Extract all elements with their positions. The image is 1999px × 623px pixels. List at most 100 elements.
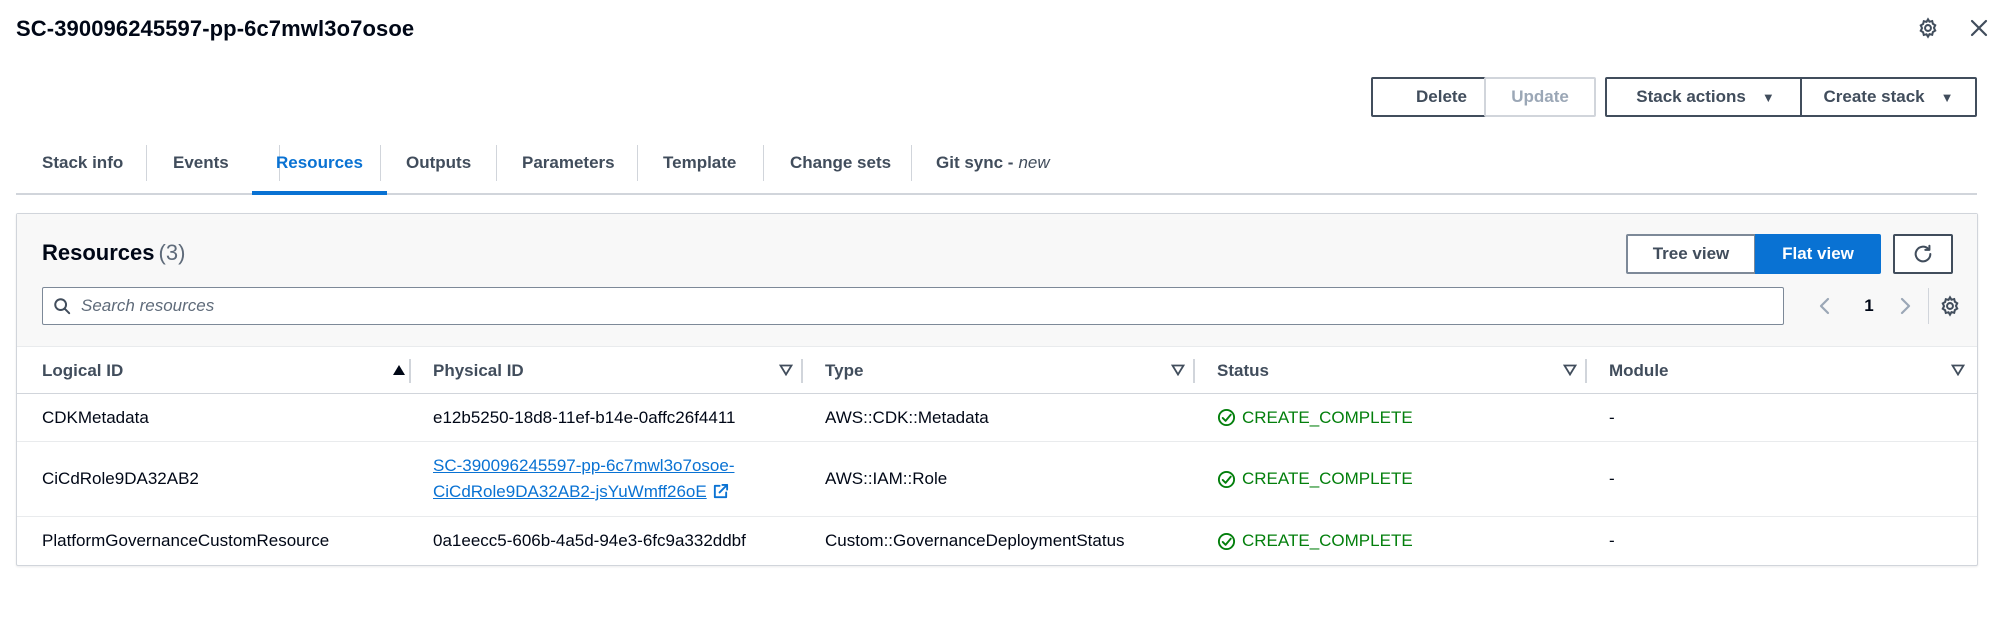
caret-down-icon: ▼ — [1940, 89, 1954, 105]
tab-bar: Stack info Events Resources Outputs Para… — [16, 133, 1977, 195]
pager-divider — [1928, 288, 1929, 324]
create-stack-button[interactable]: Create stack ▼ — [1800, 77, 1977, 117]
page-number[interactable]: 1 — [1857, 294, 1881, 318]
physical-id-cell: e12b5250-18d8-11ef-b14e-0affc26f4411 — [433, 407, 736, 427]
tab-label: Change sets — [790, 153, 892, 172]
gear-icon — [1941, 295, 1959, 317]
status-cell: CREATE_COMPLETE — [1217, 442, 1413, 516]
logical-id-cell: CDKMetadata — [42, 407, 149, 427]
tab-parameters[interactable]: Parameters — [522, 133, 615, 193]
tab-divider — [637, 145, 638, 181]
table-row: CDKMetadata e12b5250-18d8-11ef-b14e-0aff… — [17, 394, 1977, 442]
tab-divider — [911, 145, 912, 181]
tab-label: Events — [173, 153, 229, 172]
status-cell: CREATE_COMPLETE — [1217, 394, 1413, 441]
column-header-status[interactable]: Status — [1217, 347, 1585, 394]
tab-divider — [146, 145, 147, 181]
column-divider — [1585, 359, 1587, 383]
column-divider — [409, 359, 411, 383]
tab-label: Resources — [276, 153, 363, 172]
logical-id-cell: PlatformGovernanceCustomResource — [42, 531, 330, 550]
type-cell: AWS::CDK::Metadata — [825, 407, 989, 427]
physical-id-link[interactable]: SC-390096245597-pp-6c7mwl3o7osoe- CiCdRo… — [433, 453, 734, 505]
column-divider — [1193, 359, 1195, 383]
tab-divider — [496, 145, 497, 181]
table-row: PlatformGovernanceCustomResource 0a1eecc… — [17, 517, 1977, 565]
tab-label: Parameters — [522, 153, 615, 172]
preferences-button[interactable] — [1937, 293, 1963, 319]
module-cell: - — [1609, 407, 1615, 427]
tab-label: Template — [663, 153, 737, 172]
search-icon — [53, 297, 71, 315]
tab-label: Outputs — [406, 153, 472, 172]
delete-button-label: Delete — [1415, 87, 1468, 106]
tab-resources[interactable]: Resources — [252, 133, 387, 195]
physical-id-line: CiCdRole9DA32AB2-jsYuWmff26oE — [433, 482, 707, 501]
resources-header: Resources(3) Tree view Flat view 1 — [17, 214, 1977, 346]
resources-count: (3) — [158, 240, 186, 265]
tab-template[interactable]: Template — [663, 133, 736, 193]
resources-panel: Resources(3) Tree view Flat view 1 — [16, 213, 1978, 566]
close-icon[interactable] — [1965, 14, 1993, 42]
stack-actions-label: Stack actions — [1636, 87, 1746, 106]
column-label: Status — [1217, 360, 1269, 380]
tab-label: Stack info — [42, 153, 124, 172]
sort-ascending-icon — [392, 364, 406, 376]
type-cell: AWS::IAM::Role — [825, 469, 948, 488]
tab-change-sets[interactable]: Change sets — [790, 133, 891, 193]
sort-icon — [1563, 364, 1577, 376]
status-text: CREATE_COMPLETE — [1242, 407, 1413, 427]
page-title: SC-390096245597-pp-6c7mwl3o7osoe — [16, 16, 415, 41]
module-cell: - — [1609, 469, 1615, 488]
resources-title-text: Resources — [42, 240, 155, 265]
sort-icon — [1951, 364, 1965, 376]
column-header-module[interactable]: Module — [1609, 347, 1977, 394]
refresh-icon — [1914, 244, 1932, 263]
column-header-physical-id[interactable]: Physical ID — [433, 347, 801, 394]
search-field[interactable] — [42, 287, 1784, 325]
flat-view-label: Flat view — [1782, 244, 1854, 263]
physical-id-cell: SC-390096245597-pp-6c7mwl3o7osoe- CiCdRo… — [433, 442, 734, 516]
column-header-logical-id[interactable]: Logical ID — [42, 347, 410, 394]
status-text: CREATE_COMPLETE — [1242, 469, 1413, 488]
sort-icon — [779, 364, 793, 376]
logical-id-cell: CiCdRole9DA32AB2 — [42, 469, 199, 488]
module-cell: - — [1609, 531, 1615, 550]
status-success-icon — [1217, 470, 1236, 488]
status-badge: CREATE_COMPLETE — [1217, 531, 1413, 551]
gear-icon[interactable] — [1914, 14, 1942, 42]
status-cell: CREATE_COMPLETE — [1217, 517, 1413, 565]
tab-stack-info[interactable]: Stack info — [42, 133, 123, 193]
next-page-button[interactable] — [1893, 294, 1917, 318]
column-label: Physical ID — [433, 360, 524, 380]
new-badge: new — [1018, 153, 1050, 172]
update-button-label: Update — [1511, 87, 1569, 106]
column-header-type[interactable]: Type — [825, 347, 1193, 394]
tab-events[interactable]: Events — [173, 133, 229, 193]
status-success-icon — [1217, 532, 1236, 550]
refresh-button[interactable] — [1893, 234, 1953, 274]
tree-view-button[interactable]: Tree view — [1626, 234, 1756, 274]
tab-divider — [380, 145, 381, 181]
caret-down-icon: ▼ — [1761, 89, 1775, 105]
stack-actions-button[interactable]: Stack actions ▼ — [1605, 77, 1806, 117]
table-row: CiCdRole9DA32AB2 SC-390096245597-pp-6c7m… — [17, 442, 1977, 517]
flat-view-button[interactable]: Flat view — [1755, 234, 1881, 274]
table-header: Logical ID Physical ID Type Status Modul… — [17, 346, 1977, 394]
tab-outputs[interactable]: Outputs — [406, 133, 471, 193]
column-divider — [801, 359, 803, 383]
column-label: Type — [825, 360, 864, 380]
update-button[interactable]: Update — [1484, 77, 1596, 117]
tab-label: Git sync - — [936, 153, 1014, 172]
search-input[interactable] — [81, 296, 1761, 316]
external-link-icon — [712, 483, 729, 500]
column-label: Module — [1609, 360, 1669, 380]
resources-title: Resources (3) — [42, 240, 185, 266]
status-badge: CREATE_COMPLETE — [1217, 469, 1413, 489]
status-text: CREATE_COMPLETE — [1242, 531, 1413, 550]
status-badge: CREATE_COMPLETE — [1217, 408, 1413, 428]
physical-id-cell: 0a1eecc5-606b-4a5d-94e3-6fc9a332ddbf — [433, 531, 746, 550]
physical-id-line: SC-390096245597-pp-6c7mwl3o7osoe- — [433, 456, 735, 475]
tab-git-sync[interactable]: Git sync - new — [936, 133, 1050, 193]
previous-page-button[interactable] — [1813, 294, 1837, 318]
